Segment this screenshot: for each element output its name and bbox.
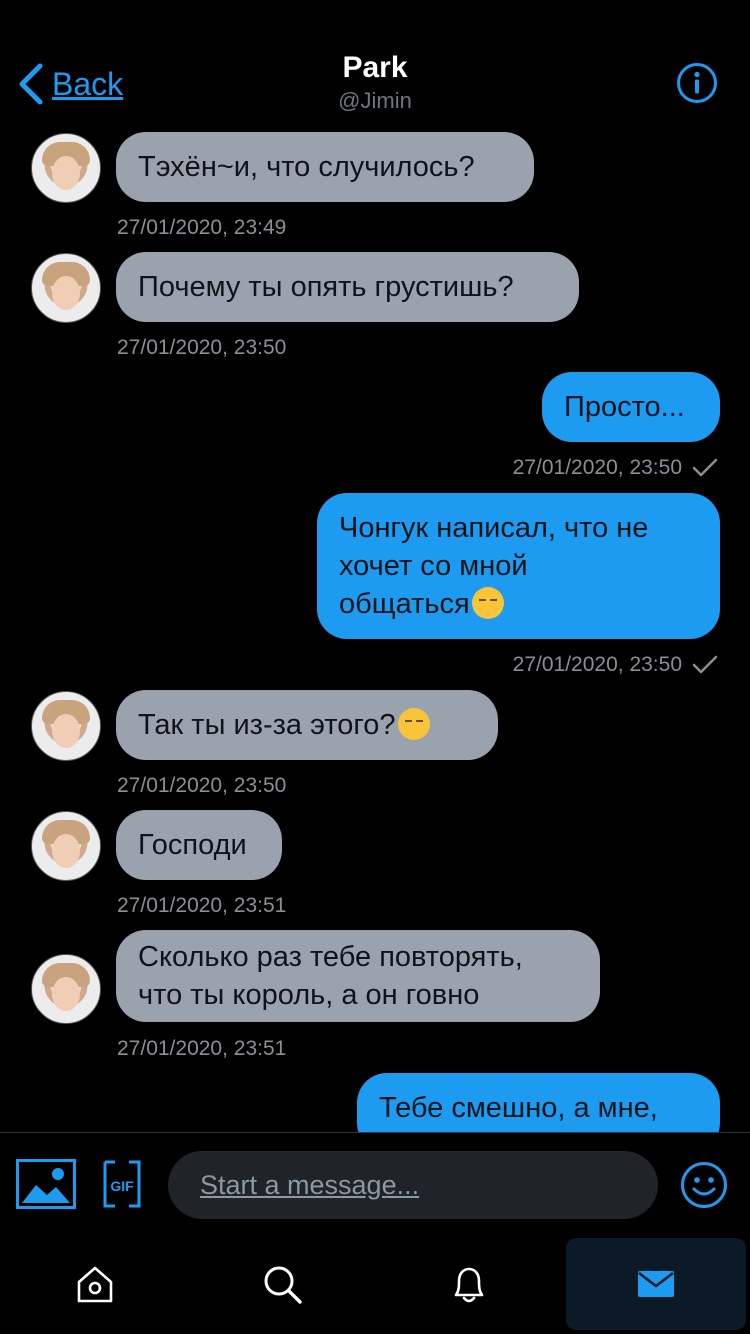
conversation-header: Back Park @Jimin bbox=[0, 0, 750, 130]
message-list[interactable]: Тэхён~и, что случилось? 27/01/2020, 23:4… bbox=[0, 120, 750, 1132]
raised-eyebrow-emoji bbox=[397, 708, 430, 740]
tab-notifications[interactable] bbox=[419, 1234, 519, 1334]
tab-search[interactable] bbox=[232, 1234, 332, 1334]
avatar[interactable] bbox=[31, 954, 101, 1024]
message-timestamp: 27/01/2020, 23:50 bbox=[512, 456, 682, 479]
gif-label: GIF bbox=[110, 1178, 134, 1194]
avatar[interactable] bbox=[31, 133, 101, 203]
mail-icon bbox=[638, 1271, 674, 1297]
message-text-line: хочет со мной bbox=[339, 550, 528, 582]
info-icon[interactable] bbox=[676, 62, 718, 104]
sent-check-icon bbox=[692, 458, 718, 477]
message-text: Почему ты опять грустишь? bbox=[138, 271, 514, 303]
sent-check-icon bbox=[692, 655, 718, 674]
incoming-message-bubble[interactable]: Так ты из-за этого? bbox=[116, 690, 498, 760]
gif-icon[interactable]: GIF bbox=[103, 1160, 141, 1208]
tab-messages[interactable] bbox=[566, 1238, 746, 1330]
message-timestamp: 27/01/2020, 23:51 bbox=[117, 1037, 287, 1060]
message-timestamp-row: 27/01/2020, 23:50 bbox=[513, 652, 718, 678]
search-icon bbox=[264, 1266, 302, 1304]
pensive-face-emoji bbox=[471, 587, 504, 619]
message-text-line: Сколько раз тебе повторять, bbox=[138, 941, 523, 973]
outgoing-message-bubble[interactable]: Тебе смешно, а мне, bbox=[357, 1073, 720, 1132]
message-timestamp-row: 27/01/2020, 23:50 bbox=[513, 455, 718, 481]
outgoing-message-bubble[interactable]: Чонгук написал, что не хочет со мной общ… bbox=[317, 493, 720, 639]
emoji-icon[interactable] bbox=[680, 1161, 728, 1209]
avatar[interactable] bbox=[31, 811, 101, 881]
message-timestamp: 27/01/2020, 23:49 bbox=[117, 216, 287, 239]
incoming-message-bubble[interactable]: Господи bbox=[116, 810, 282, 880]
incoming-message-bubble[interactable]: Тэхён~и, что случилось? bbox=[116, 132, 534, 202]
message-composer: GIF bbox=[0, 1132, 750, 1235]
image-icon[interactable] bbox=[16, 1159, 76, 1209]
incoming-message-bubble[interactable]: Сколько раз тебе повторять, что ты корол… bbox=[116, 930, 600, 1022]
message-text-line: общаться bbox=[339, 588, 470, 620]
message-text: Так ты из-за этого? bbox=[138, 709, 396, 741]
message-timestamp: 27/01/2020, 23:51 bbox=[117, 894, 287, 917]
message-text-line: Чонгук написал, что не bbox=[339, 512, 649, 544]
message-timestamp: 27/01/2020, 23:50 bbox=[117, 774, 287, 797]
conversation-title-block[interactable]: Park @Jimin bbox=[0, 50, 750, 116]
bottom-tab-bar bbox=[0, 1234, 750, 1334]
avatar[interactable] bbox=[31, 253, 101, 323]
message-text: Просто... bbox=[564, 391, 685, 423]
message-text: Тэхён~и, что случилось? bbox=[138, 151, 475, 183]
message-timestamp: 27/01/2020, 23:50 bbox=[512, 653, 682, 676]
incoming-message-bubble[interactable]: Почему ты опять грустишь? bbox=[116, 252, 579, 322]
message-text: Тебе смешно, а мне, bbox=[379, 1092, 658, 1124]
tab-home[interactable] bbox=[45, 1234, 145, 1334]
message-text-line: что ты король, а он говно bbox=[138, 979, 480, 1011]
username-handle: @Jimin bbox=[338, 88, 412, 113]
message-text: Господи bbox=[138, 829, 247, 861]
message-timestamp: 27/01/2020, 23:50 bbox=[117, 336, 287, 359]
outgoing-message-bubble[interactable]: Просто... bbox=[542, 372, 720, 442]
page-title: Park bbox=[342, 51, 408, 84]
message-input[interactable] bbox=[168, 1151, 658, 1219]
bell-icon bbox=[454, 1267, 484, 1303]
home-icon bbox=[77, 1266, 113, 1303]
avatar[interactable] bbox=[31, 691, 101, 761]
